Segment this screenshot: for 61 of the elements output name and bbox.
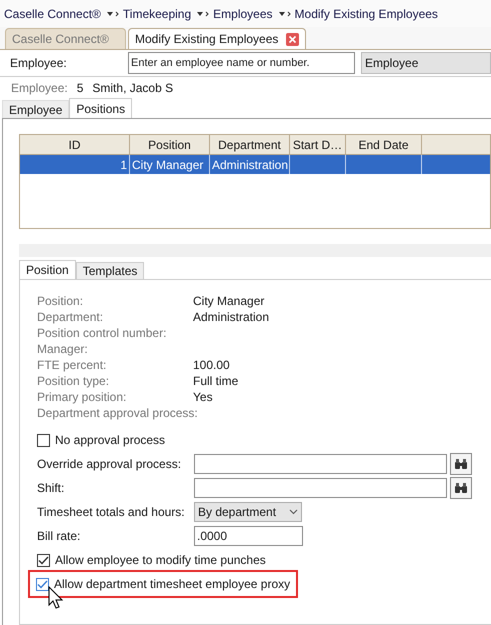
detail-label: Position: <box>37 293 84 310</box>
detail-value: City Manager <box>193 293 264 310</box>
document-tab[interactable]: Modify Existing Employees <box>128 28 306 49</box>
detail-value: 100.00 <box>193 357 230 374</box>
chevron-down-icon <box>289 509 298 515</box>
tab[interactable]: Employee <box>2 100 70 118</box>
dropdown-icon[interactable] <box>276 10 291 16</box>
field-label: Timesheet totals and hours: <box>37 504 186 521</box>
field-label: Shift: <box>37 480 66 497</box>
employee-name: Smith, Jacob S <box>92 80 174 97</box>
checkbox-label: Allow department timesheet employee proxy <box>54 576 290 593</box>
binoculars-icon <box>454 458 468 470</box>
tab[interactable]: Position <box>19 260 76 279</box>
checkbox-label: No approval process <box>55 432 166 449</box>
table-cell-text: Administration <box>212 156 288 174</box>
tab-label: Caselle Connect® <box>12 31 109 48</box>
detail-label: Primary position: <box>37 389 128 406</box>
field-label: Employee: <box>11 80 68 97</box>
input-field[interactable] <box>194 478 447 498</box>
search-field[interactable]: Enter an employee name or number. <box>128 52 355 74</box>
table-cell-text: City Manager <box>132 156 204 174</box>
breadcrumb-link[interactable]: Timekeeping <box>122 4 192 22</box>
checkbox[interactable] <box>37 434 50 446</box>
field-label: Override approval process: <box>37 456 182 473</box>
column-header[interactable]: Position <box>130 135 210 155</box>
detail-label: Position control number: <box>37 325 168 342</box>
input-field[interactable]: .0000 <box>194 526 303 546</box>
field-label: Bill rate: <box>37 528 82 545</box>
detail-label: Manager: <box>37 341 89 358</box>
breadcrumb-link[interactable]: Employees <box>213 4 273 22</box>
close-icon[interactable] <box>286 32 300 46</box>
tab-label: Modify Existing Employees <box>135 31 278 48</box>
column-header[interactable]: Department <box>210 135 290 155</box>
detail-value: Administration <box>193 309 270 326</box>
lookup-button[interactable] <box>450 477 472 499</box>
tab[interactable]: Positions <box>69 98 132 118</box>
employee-number: 5 <box>76 80 84 97</box>
dropdown[interactable]: By department <box>194 502 302 522</box>
column-header[interactable]: ID <box>20 135 130 155</box>
dropdown-icon[interactable] <box>104 10 119 16</box>
column-header[interactable]: End Date <box>346 135 422 155</box>
checkbox-label: Allow employee to modify time punches <box>55 552 266 569</box>
breadcrumb-link[interactable]: Caselle Connect® <box>4 4 101 22</box>
input-field[interactable] <box>194 454 447 474</box>
table-row[interactable]: 1 City Manager Administration <box>20 155 490 174</box>
detail-label: Position type: <box>37 373 110 390</box>
checkbox[interactable] <box>36 578 49 590</box>
field-label: Employee: <box>9 55 68 72</box>
dropdown-icon[interactable] <box>195 10 210 16</box>
breadcrumb-link[interactable]: Modify Existing Employees <box>294 4 438 22</box>
detail-label: Department: <box>37 309 104 326</box>
table-cell-text: 1 <box>120 156 127 174</box>
detail-value: Yes <box>193 389 213 406</box>
detail-label: FTE percent: <box>37 357 108 374</box>
detail-value: Full time <box>193 373 238 390</box>
tab[interactable]: Templates <box>76 262 144 279</box>
binoculars-icon <box>454 482 468 494</box>
lookup-button[interactable] <box>450 453 472 475</box>
checkbox[interactable] <box>37 554 50 566</box>
column-header[interactable]: Start D… <box>290 135 346 155</box>
search-mode-dropdown[interactable]: Employee <box>361 52 491 74</box>
